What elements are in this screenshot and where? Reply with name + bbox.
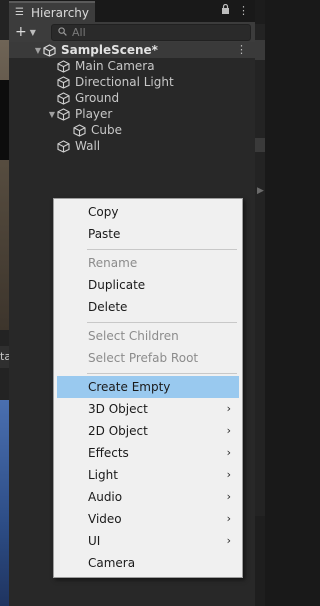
tree-row-scene[interactable]: ▼ SampleScene* ⋮ <box>9 42 255 58</box>
inspector-bottom-fragment <box>255 516 265 606</box>
fold-arrow-icon[interactable]: ▼ <box>47 110 57 119</box>
menu-item-label: 2D Object <box>88 424 148 438</box>
search-field[interactable]: All <box>51 24 251 41</box>
cube-outline-icon <box>57 107 70 121</box>
tree-row-label: Main Camera <box>75 59 155 73</box>
cube-outline-icon <box>57 75 70 89</box>
menu-item-label: Duplicate <box>88 278 146 292</box>
cube-outline-icon <box>57 59 70 73</box>
menu-item-copy[interactable]: Copy <box>57 201 239 223</box>
plus-icon: + <box>15 24 27 40</box>
tree-row-label: Player <box>75 107 113 121</box>
menu-separator <box>87 249 237 250</box>
tree-row[interactable]: Cube <box>9 122 255 138</box>
fold-arrow-icon[interactable]: ▼ <box>33 46 43 55</box>
menu-item-label: Copy <box>88 205 119 219</box>
menu-item-label: Light <box>88 468 118 482</box>
inspector-field-fragment <box>255 138 265 152</box>
menu-item-label: Create Empty <box>88 380 171 394</box>
menu-item-2d-object[interactable]: 2D Object › <box>57 420 239 442</box>
chevron-right-icon: › <box>226 468 231 481</box>
menu-item-label: Rename <box>88 256 138 270</box>
search-icon <box>58 26 67 39</box>
add-button[interactable]: + ▼ <box>15 24 36 40</box>
tab-hierarchy-label: Hierarchy <box>31 5 90 20</box>
menu-item-label: Select Children <box>88 329 179 343</box>
hierarchy-tabbar: ☰ Hierarchy ⋮ <box>9 0 255 22</box>
tab-hierarchy[interactable]: ☰ Hierarchy <box>9 1 95 22</box>
tree-row-label: Wall <box>75 139 101 153</box>
scene-name: SampleScene* <box>61 43 158 57</box>
cube-outline-icon <box>57 139 70 153</box>
tree-row[interactable]: Wall <box>9 138 255 154</box>
tree-row[interactable]: Directional Light <box>9 74 255 90</box>
menu-item-label: Camera <box>88 556 136 570</box>
scene-menu-icon[interactable]: ⋮ <box>236 43 247 56</box>
chevron-right-icon: › <box>226 402 231 415</box>
tree-row-label: Directional Light <box>75 75 174 89</box>
menu-item-paste[interactable]: Paste <box>57 223 239 245</box>
menu-item-label: 3D Object <box>88 402 148 416</box>
menu-item-label: Effects <box>88 446 129 460</box>
menu-item-rename: Rename <box>57 252 239 274</box>
game-view-fragment <box>0 400 9 606</box>
menu-item-video[interactable]: Video › <box>57 508 239 530</box>
cube-outline-icon <box>57 91 70 105</box>
menu-item-create-empty[interactable]: Create Empty <box>57 376 239 398</box>
lock-icon[interactable] <box>221 3 230 17</box>
tree-row[interactable]: Ground <box>9 90 255 106</box>
chevron-right-icon: › <box>226 512 231 525</box>
menu-separator <box>87 373 237 374</box>
chevron-right-icon: ▶ <box>257 186 264 196</box>
chevron-right-icon: › <box>226 446 231 459</box>
unity-scene-icon <box>43 43 56 57</box>
menu-item-label: Select Prefab Root <box>88 351 199 365</box>
menu-item-label: Video <box>88 512 122 526</box>
menu-item-label: UI <box>88 534 101 548</box>
menu-item-duplicate[interactable]: Duplicate <box>57 274 239 296</box>
list-icon: ☰ <box>15 6 24 18</box>
context-menu: Copy Paste Rename Duplicate Delete Select Chi… <box>53 198 243 578</box>
menu-separator <box>87 322 237 323</box>
menu-item-audio[interactable]: Audio › <box>57 486 239 508</box>
hierarchy-toolbar: + ▼ All <box>9 22 255 43</box>
chevron-right-icon: › <box>226 490 231 503</box>
inspector-header-fragment <box>255 40 265 60</box>
menu-item-light[interactable]: Light › <box>57 464 239 486</box>
menu-item-label: Audio <box>88 490 123 504</box>
left-panel-tab[interactable]: ta <box>0 346 9 368</box>
cube-outline-icon <box>73 123 86 137</box>
scene-view-dark-object <box>0 80 9 160</box>
search-placeholder: All <box>72 26 86 39</box>
menu-item-3d-object[interactable]: 3D Object › <box>57 398 239 420</box>
menu-item-select-children: Select Children <box>57 325 239 347</box>
tree-row[interactable]: ▼ Player <box>9 106 255 122</box>
chevron-right-icon: › <box>226 534 231 547</box>
menu-item-camera[interactable]: Camera <box>57 552 239 574</box>
chevron-right-icon: › <box>226 424 231 437</box>
menu-item-label: Delete <box>88 300 128 314</box>
menu-item-label: Paste <box>88 227 121 241</box>
tree-row-label: Ground <box>75 91 120 105</box>
inspector-tab-fragment <box>255 0 265 24</box>
inspector-fragment: ▶ <box>255 0 265 606</box>
chevron-down-icon: ▼ <box>29 27 36 37</box>
menu-item-select-prefab-root: Select Prefab Root <box>57 347 239 369</box>
scene-view-fragment: ta <box>0 0 9 606</box>
menu-item-delete[interactable]: Delete <box>57 296 239 318</box>
menu-item-ui[interactable]: UI › <box>57 530 239 552</box>
tree-row-label: Cube <box>91 123 122 137</box>
kebab-menu-icon[interactable]: ⋮ <box>238 4 249 17</box>
tree-row[interactable]: Main Camera <box>9 58 255 74</box>
menu-item-effects[interactable]: Effects › <box>57 442 239 464</box>
